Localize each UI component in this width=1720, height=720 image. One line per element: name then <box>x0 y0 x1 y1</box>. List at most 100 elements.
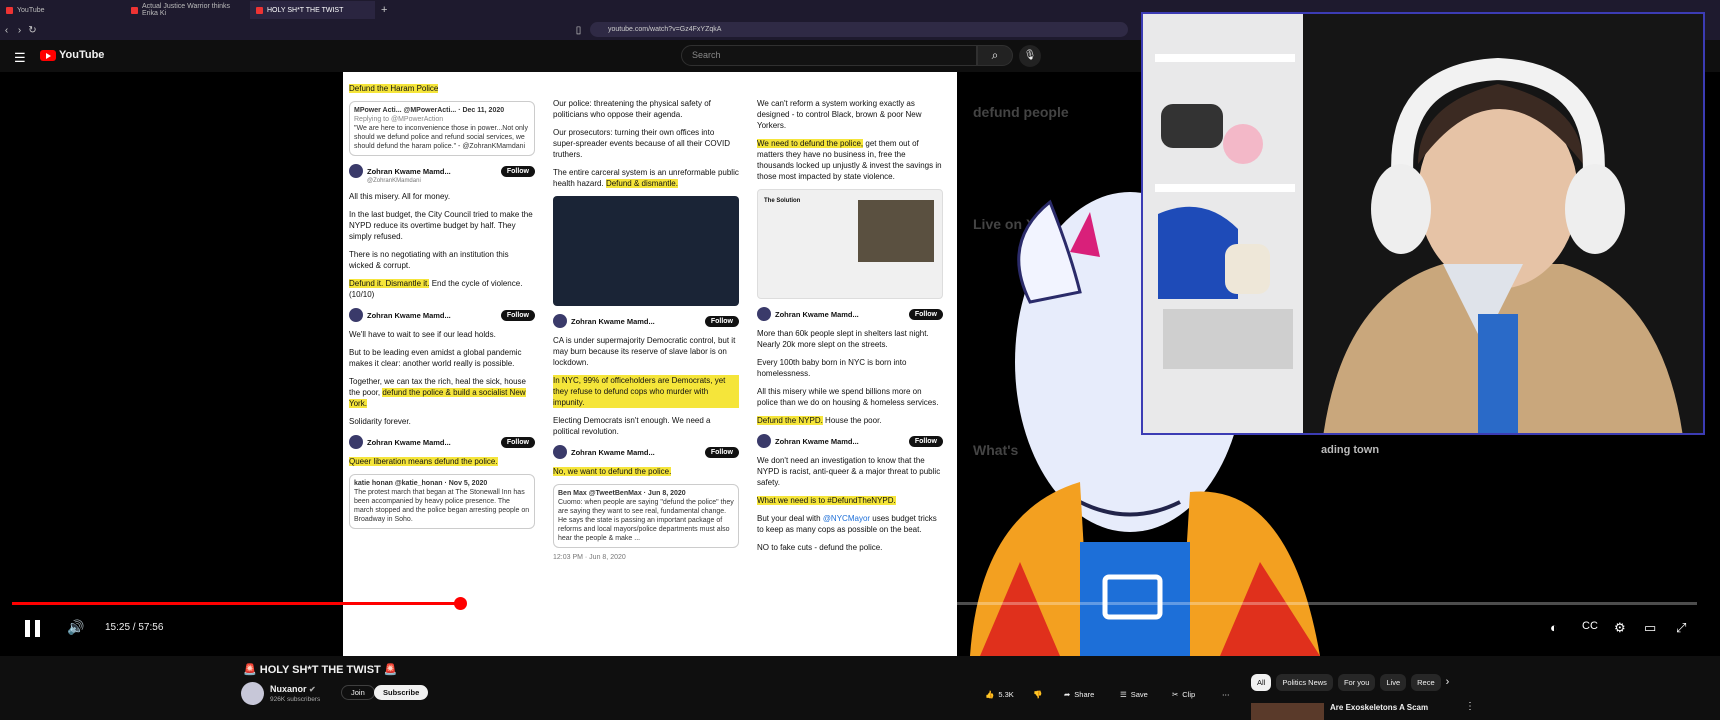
avatar <box>349 308 363 322</box>
settings-gear-icon[interactable]: ⚙ <box>1614 620 1626 636</box>
avatar <box>349 164 363 178</box>
autoplay-toggle-icon[interactable]: ◐ <box>1550 620 1558 635</box>
tab-bar: YouTube Actual Justice Warrior thinks Er… <box>0 0 1140 20</box>
microphone-icon[interactable]: 🎙 <box>1019 45 1041 67</box>
share-button[interactable]: ➦ Share <box>1064 686 1094 703</box>
more-vertical-icon[interactable]: ⋮ <box>1465 701 1475 712</box>
thumbs-up-icon: 👍 <box>985 690 995 699</box>
tweet-author: Zohran Kwame Mamd... Follow <box>349 308 535 322</box>
tweet-text: What we need is to #DefundTheNYPD. <box>757 496 896 505</box>
video-info: 🚨 HOLY SH*T THE TWIST 🚨 Nuxanor ✔ 926K s… <box>0 656 1720 720</box>
tweet-text: No, we want to defund the police. <box>553 467 672 476</box>
youtube-header: ☰ YouTube Search ⌕ 🎙 <box>0 40 1140 72</box>
chip-politics-news[interactable]: Politics News <box>1276 674 1333 691</box>
tweet-column-2: Our police: threatening the physical saf… <box>547 72 745 656</box>
follow-button: Follow <box>704 446 739 458</box>
quoted-tweet: MPower Acti... @MPowerActi... · Dec 11, … <box>349 101 535 156</box>
tweet-screenshot-image: The Solution <box>757 189 943 299</box>
seek-bar[interactable] <box>12 597 1697 610</box>
like-button[interactable]: 👍 5.3K <box>985 686 1014 703</box>
tweet-author: Zohran Kwame Mamd... Follow <box>553 445 739 459</box>
share-icon: ➦ <box>1064 690 1071 699</box>
tweet-column-1: Defund the Haram Police MPower Acti... @… <box>343 72 541 656</box>
dislike-button[interactable]: 👎 <box>1033 686 1042 703</box>
captions-icon[interactable]: CC <box>1582 620 1598 632</box>
address-row: ‹ › ↻ ▯ youtube.com/watch?v=Gz4FxYZqkA <box>0 20 1140 40</box>
save-button[interactable]: ☰ Save <box>1120 686 1148 703</box>
tweet-collage: Defund the Haram Police MPower Acti... @… <box>343 72 957 656</box>
subscribe-button[interactable]: Subscribe <box>374 685 429 700</box>
fullscreen-icon[interactable]: ⤢ <box>1676 620 1686 636</box>
tweet-handle: @ZohranKMamdani <box>367 178 421 184</box>
tweet-text: In NYC, 99% of officeholders are Democra… <box>553 375 739 408</box>
back-icon[interactable]: ‹ <box>0 25 13 36</box>
search-icon[interactable]: ⌕ <box>977 45 1013 66</box>
chip-for-you[interactable]: For you <box>1337 674 1376 691</box>
suggested-video-thumbnail[interactable] <box>1251 703 1324 720</box>
tweet-text: Electing Democrats isn't enough. We need… <box>553 416 711 436</box>
youtube-favicon-icon <box>6 6 13 14</box>
filter-chips: All Politics News For you Live Rece › <box>1251 674 1449 691</box>
tab-youtube[interactable]: YouTube <box>0 1 125 19</box>
tweet-text: Defund the NYPD. House the poor. <box>757 416 882 425</box>
suggested-video-title[interactable]: Are Exoskeletons A Scam <box>1330 703 1428 712</box>
tweet-text: We don't need an investigation to know t… <box>757 456 941 487</box>
thumbs-down-icon: 👎 <box>1033 690 1043 699</box>
volume-icon[interactable]: 🔊 <box>67 619 84 636</box>
address-bar[interactable]: youtube.com/watch?v=Gz4FxYZqkA <box>590 22 1128 37</box>
follow-button: Follow <box>908 435 943 447</box>
tweet-text: All this misery while we spend billions … <box>757 387 939 407</box>
theater-mode-icon[interactable]: ▭ <box>1644 620 1656 636</box>
youtube-favicon-icon <box>256 6 263 14</box>
pause-icon[interactable] <box>25 620 41 638</box>
tweet-author: Zohran Kwame Mamd... Follow <box>349 164 535 178</box>
tweet-text: But your deal with @NYCMayor uses budget… <box>757 514 937 534</box>
scissors-icon: ✂ <box>1172 690 1179 699</box>
quote-text: Cuomo: when people are saying "defund th… <box>558 499 734 542</box>
quote-reply: Replying to @MPowerAction <box>354 116 444 123</box>
avatar <box>757 434 771 448</box>
follow-button: Follow <box>500 309 535 321</box>
tab-actual-justice[interactable]: Actual Justice Warrior thinks Erika Ki <box>125 1 250 19</box>
tab-label: Actual Justice Warrior thinks Erika Ki <box>142 3 231 17</box>
channel-avatar[interactable] <box>241 682 264 705</box>
avatar <box>349 435 363 449</box>
tweet-column-3: We can't reform a system working exactly… <box>751 72 949 656</box>
tweet-text: Our prosecutors: turning their own offic… <box>553 128 730 159</box>
tweet-timestamp: 12:03 PM · Jun 8, 2020 <box>553 554 626 561</box>
tweet-author: Zohran Kwame Mamd... Follow <box>553 314 739 328</box>
save-icon: ☰ <box>1120 690 1127 699</box>
tweet-text: We'll have to wait to see if our lead ho… <box>349 330 496 339</box>
search-input[interactable]: Search <box>681 45 977 66</box>
webcam-overlay-image <box>1141 12 1705 435</box>
quote-text: "We are here to inconvenience those in p… <box>354 125 528 150</box>
bookmark-icon[interactable]: ▯ <box>572 25 585 36</box>
reload-icon[interactable]: ↻ <box>26 25 39 36</box>
channel-name[interactable]: Nuxanor ✔ <box>270 684 316 694</box>
tweet-author: Zohran Kwame Mamd... Follow <box>757 434 943 448</box>
chevron-right-icon[interactable]: › <box>1446 674 1450 691</box>
join-button[interactable]: Join <box>341 685 375 700</box>
tweet-text: Defund the Haram Police <box>349 84 439 93</box>
youtube-play-icon <box>40 49 56 61</box>
tweet-text: More than 60k people slept in shelters l… <box>757 329 929 349</box>
tab-holy-twist[interactable]: HOLY SH*T THE TWIST <box>250 1 375 19</box>
tweet-text: NO to fake cuts - defund the police. <box>757 543 883 552</box>
forward-icon[interactable]: › <box>13 25 26 36</box>
clip-button[interactable]: ✂ Clip <box>1172 686 1195 703</box>
youtube-logo[interactable]: YouTube <box>40 49 104 61</box>
follow-button: Follow <box>500 165 535 177</box>
tweet-text: Defund it. Dismantle it. End the cycle o… <box>349 279 523 299</box>
chip-all[interactable]: All <box>1251 674 1272 691</box>
youtube-logo-text: YouTube <box>59 49 105 61</box>
quote-author: Ben Max @TweetBenMax · Jun 8, 2020 <box>558 490 686 497</box>
new-tab-button[interactable]: + <box>375 4 393 16</box>
quote-author: MPower Acti... @MPowerActi... · Dec 11, … <box>354 107 505 114</box>
subscriber-count: 926K subscribers <box>270 696 321 703</box>
quoted-tweet: Ben Max @TweetBenMax · Jun 8, 2020 Cuomo… <box>553 484 739 548</box>
chip-live[interactable]: Live <box>1380 674 1407 691</box>
chip-recent[interactable]: Rece <box>1411 674 1441 691</box>
menu-icon[interactable]: ☰ <box>14 50 26 66</box>
more-actions-icon[interactable]: ⋯ <box>1222 686 1230 703</box>
tab-label: HOLY SH*T THE TWIST <box>267 6 344 14</box>
